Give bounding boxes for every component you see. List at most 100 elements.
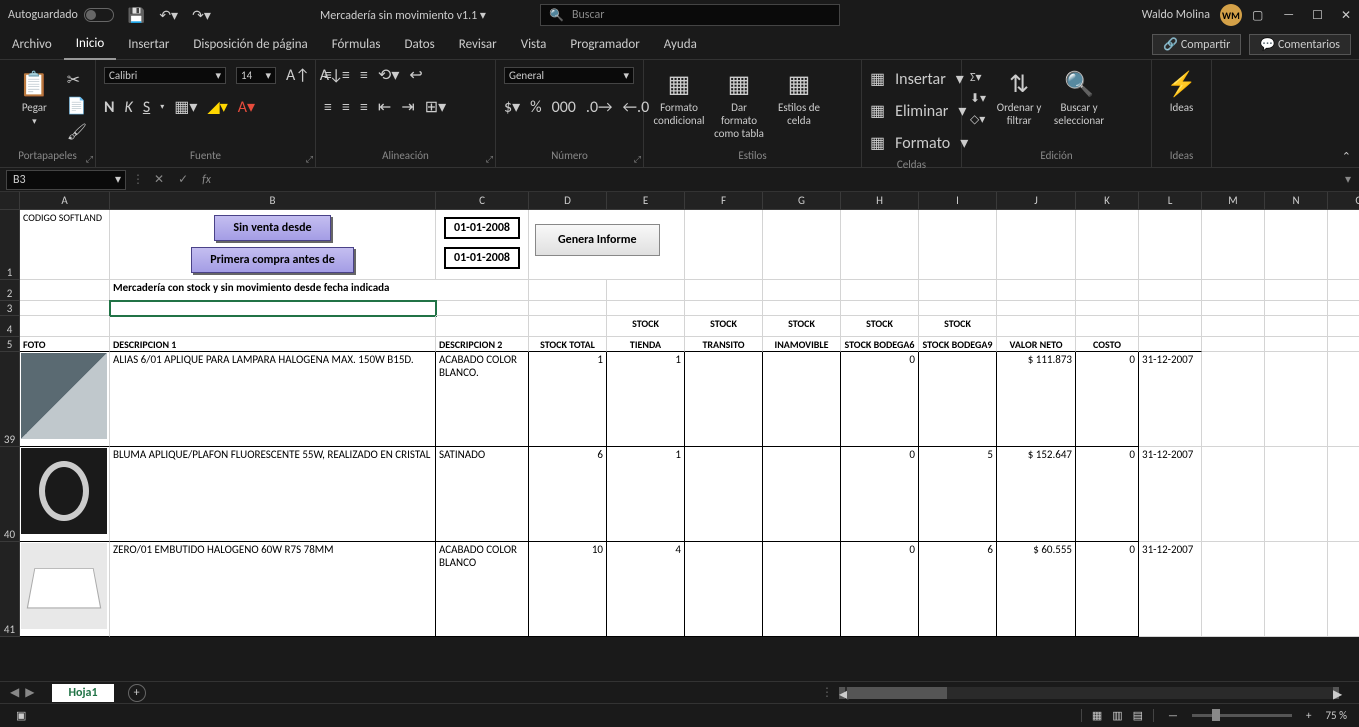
ribbon-options-icon[interactable]: ▢ <box>1252 8 1263 23</box>
cell[interactable]: 0 <box>841 447 919 542</box>
cell[interactable] <box>1076 210 1139 280</box>
cell[interactable] <box>763 447 841 542</box>
cell[interactable] <box>919 301 997 316</box>
format-cells-button[interactable]: ▦ Formato ▾ <box>870 132 968 154</box>
align-launcher-icon[interactable]: ⤢ <box>486 154 493 165</box>
cell[interactable] <box>607 280 685 301</box>
cell[interactable]: 31-12-2007 <box>1139 352 1202 447</box>
cell[interactable] <box>1202 280 1265 301</box>
cell[interactable] <box>919 210 997 280</box>
date-field-1[interactable]: 01-01-2008 <box>444 217 520 239</box>
cell[interactable] <box>529 280 607 301</box>
cell[interactable] <box>997 316 1076 337</box>
cell[interactable]: 10 <box>529 542 607 637</box>
col-header-M[interactable]: M <box>1202 192 1265 210</box>
font-size-select[interactable]: 14▾ <box>236 67 276 84</box>
comments-button[interactable]: 💬 Comentarios <box>1249 34 1351 55</box>
col-header-N[interactable]: N <box>1265 192 1328 210</box>
cell[interactable]: FOTO <box>20 337 110 352</box>
number-launcher-icon[interactable]: ⤢ <box>634 154 641 165</box>
cell[interactable] <box>1265 280 1328 301</box>
cancel-formula-icon[interactable]: ✕ <box>154 172 164 187</box>
tab-formulas[interactable]: Fórmulas <box>320 30 393 60</box>
col-header-B[interactable]: B <box>110 192 436 210</box>
col-header-H[interactable]: H <box>841 192 919 210</box>
collapse-ribbon-icon[interactable]: ⌃ <box>1342 150 1351 163</box>
select-all-corner[interactable] <box>0 192 20 210</box>
clear-icon[interactable]: ◇▾ <box>970 112 986 127</box>
sin-venta-button[interactable]: Sin venta desde <box>214 215 330 241</box>
add-sheet-button[interactable]: + <box>128 684 146 702</box>
cell[interactable]: TIENDA <box>607 337 685 352</box>
cell[interactable] <box>110 316 436 337</box>
zoom-slider[interactable] <box>1192 714 1292 717</box>
align-bottom-icon[interactable]: ≡ <box>360 66 368 85</box>
cell[interactable] <box>20 280 110 301</box>
cell[interactable] <box>20 301 110 316</box>
cell[interactable] <box>685 301 763 316</box>
clipboard-launcher-icon[interactable]: ⤢ <box>86 154 93 165</box>
delete-cells-button[interactable]: ▦ Eliminar ▾ <box>870 100 966 122</box>
cell[interactable] <box>1328 352 1359 447</box>
align-center-icon[interactable]: ≡ <box>342 98 350 117</box>
cell[interactable] <box>763 280 841 301</box>
underline-button[interactable]: S <box>143 98 150 117</box>
cell[interactable] <box>1139 337 1202 352</box>
font-color-button[interactable]: A▾ <box>238 97 255 117</box>
document-title[interactable]: Mercadería sin movimiento v1.1 ▾ <box>320 8 486 23</box>
cell[interactable] <box>1076 301 1139 316</box>
primera-compra-button[interactable]: Primera compra antes de <box>191 247 354 273</box>
cell[interactable]: Genera Informe <box>529 210 685 280</box>
autosum-icon[interactable]: Σ▾ <box>970 70 986 85</box>
cell[interactable]: ALIAS 6/01 APLIQUE PARA LAMPARA HALOGENA… <box>110 352 436 447</box>
cell[interactable]: Sin venta desde Primera compra antes de <box>110 210 436 280</box>
sheet-nav-next-icon[interactable]: ▶ <box>25 685 34 700</box>
merge-icon[interactable]: ⊞▾ <box>425 97 446 117</box>
cell[interactable] <box>1076 316 1139 337</box>
cell[interactable] <box>1328 280 1359 301</box>
cell[interactable]: STOCK TOTAL <box>529 337 607 352</box>
cell[interactable] <box>529 301 607 316</box>
cell[interactable] <box>436 316 529 337</box>
ideas-button[interactable]: ⚡Ideas <box>1160 64 1203 114</box>
cell[interactable] <box>685 352 763 447</box>
align-top-icon[interactable]: ≡ <box>324 66 332 85</box>
comma-icon[interactable]: 000 <box>552 98 576 117</box>
row-header-3[interactable]: 3 <box>0 301 20 316</box>
cell[interactable] <box>1202 210 1265 280</box>
cell[interactable]: DESCRIPCION 2 <box>436 337 529 352</box>
cell[interactable]: SATINADO <box>436 447 529 542</box>
cell[interactable] <box>763 352 841 447</box>
cell[interactable] <box>1202 447 1265 542</box>
tab-ayuda[interactable]: Ayuda <box>652 30 709 60</box>
zoom-in-icon[interactable]: + <box>1306 709 1311 722</box>
col-header-C[interactable]: C <box>436 192 529 210</box>
wrap-text-icon[interactable]: ↩ <box>409 65 422 85</box>
cell[interactable]: BLUMA APLIQUE/PLAFON FLUORESCENTE 55W, R… <box>110 447 436 542</box>
cell[interactable]: ZERO/01 EMBUTIDO HALOGENO 60W R7S 78MM <box>110 542 436 637</box>
user-name[interactable]: Waldo Molina <box>1142 8 1210 22</box>
tab-inicio[interactable]: Inicio <box>64 30 116 60</box>
align-left-icon[interactable]: ≡ <box>324 98 332 117</box>
copy-icon[interactable]: 📄 <box>67 96 87 116</box>
orientation-icon[interactable]: ⟲▾ <box>378 65 399 85</box>
cell[interactable] <box>1076 280 1139 301</box>
cell[interactable]: 0 <box>1076 447 1139 542</box>
date-field-2[interactable]: 01-01-2008 <box>444 247 520 269</box>
tab-archivo[interactable]: Archivo <box>0 30 64 60</box>
record-macro-icon[interactable]: ▣ <box>16 709 26 722</box>
cell[interactable] <box>763 542 841 637</box>
sheet-tab-hoja1[interactable]: Hoja1 <box>52 684 113 702</box>
cell[interactable]: INAMOVIBLE <box>763 337 841 352</box>
cell[interactable]: $ 60.555 <box>997 542 1076 637</box>
page-break-view-icon[interactable]: ▤ <box>1133 709 1143 722</box>
font-name-select[interactable]: Calibri▾ <box>104 67 226 84</box>
cell[interactable] <box>685 210 763 280</box>
cell[interactable] <box>1328 210 1359 280</box>
cell[interactable] <box>919 352 997 447</box>
col-header-J[interactable]: J <box>997 192 1076 210</box>
borders-button[interactable]: ▦▾ <box>174 97 197 117</box>
redo-icon[interactable]: ↷▾ <box>192 7 211 24</box>
accept-formula-icon[interactable]: ✓ <box>178 172 188 187</box>
tab-datos[interactable]: Datos <box>392 30 446 60</box>
